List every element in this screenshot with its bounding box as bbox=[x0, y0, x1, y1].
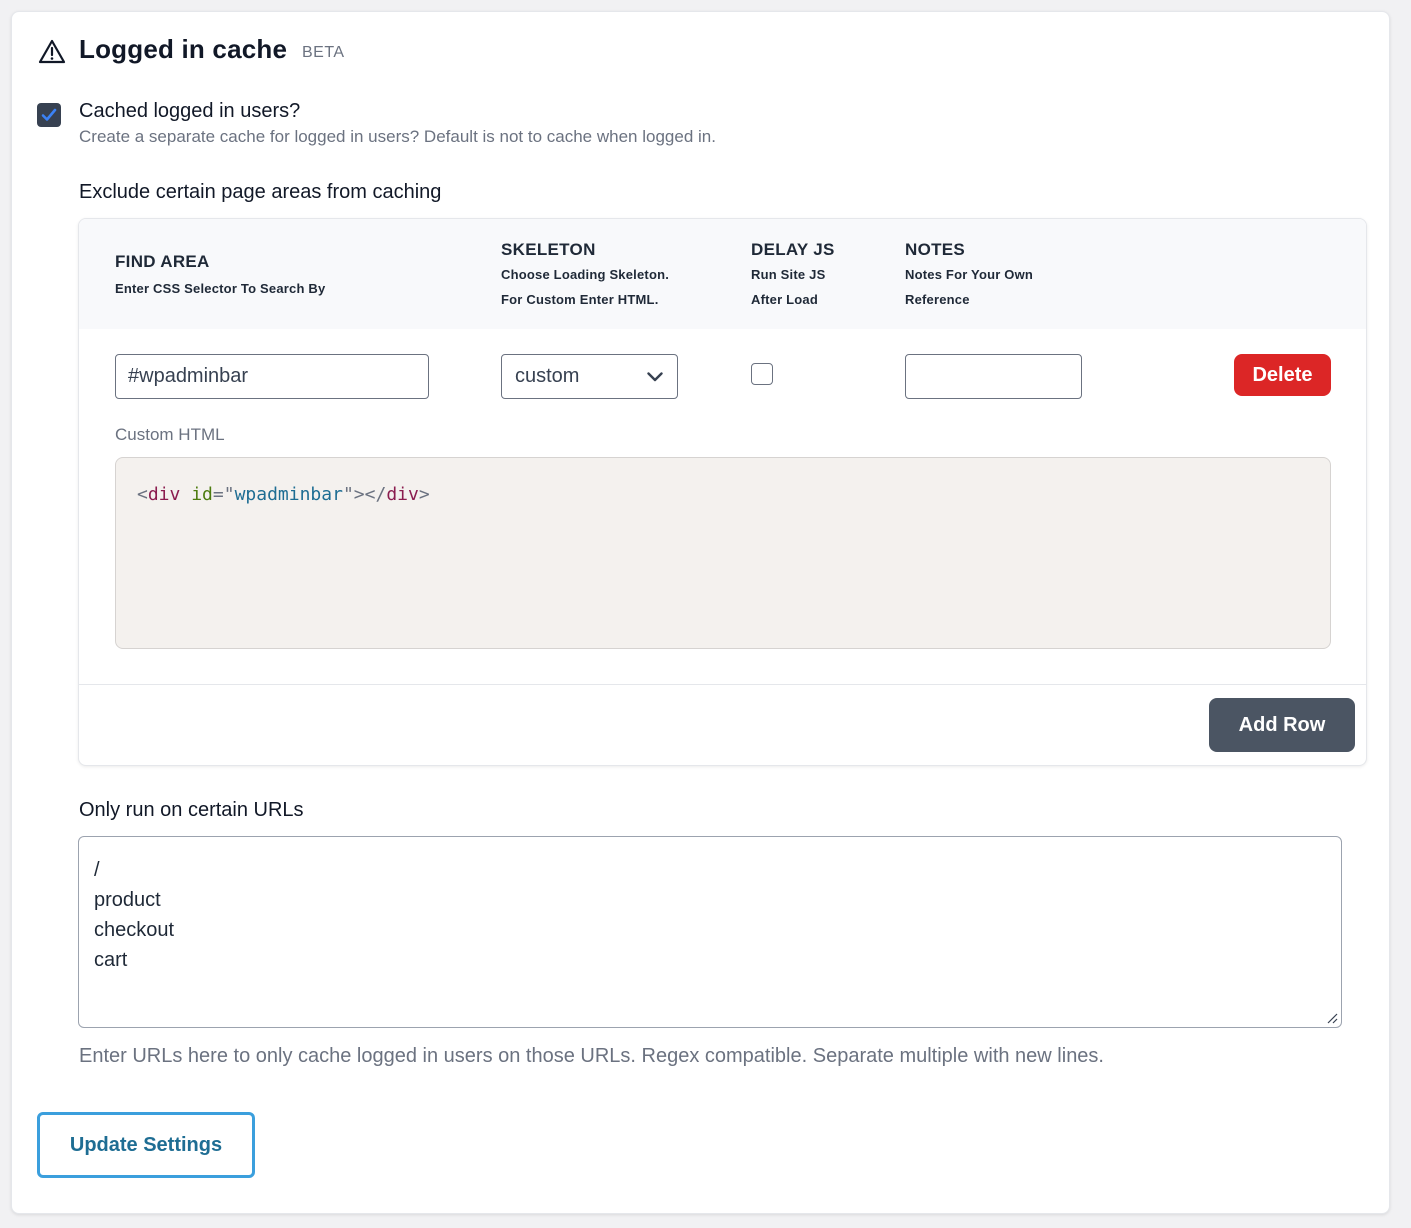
urls-textarea[interactable]: / product checkout cart bbox=[78, 836, 1342, 1028]
column-subtitle: Choose Loading Skeleton. bbox=[501, 267, 670, 282]
table-header: FIND AREA Enter CSS Selector To Search B… bbox=[79, 219, 1366, 329]
column-notes: NOTES Notes For Your Own Reference bbox=[905, 240, 1033, 312]
exclude-areas-heading: Exclude certain page areas from caching bbox=[79, 181, 442, 203]
column-subtitle: Run Site JS bbox=[751, 267, 826, 282]
update-settings-button[interactable]: Update Settings bbox=[37, 1112, 255, 1178]
chevron-down-icon bbox=[647, 371, 663, 381]
column-delay-js: DELAY JS Run Site JS After Load bbox=[751, 240, 835, 312]
code-token: > bbox=[353, 484, 365, 505]
code-token: = bbox=[212, 484, 224, 505]
column-skeleton: SKELETON Choose Loading Skeleton. For Cu… bbox=[501, 240, 669, 312]
column-subtitle: After Load bbox=[751, 292, 818, 307]
url-line: / bbox=[94, 859, 100, 881]
beta-badge: BETA bbox=[302, 44, 345, 61]
delay-js-checkbox[interactable] bbox=[751, 363, 773, 385]
column-title: SKELETON bbox=[501, 240, 596, 259]
url-line: product bbox=[94, 889, 161, 911]
delete-row-button[interactable]: Delete bbox=[1234, 354, 1331, 396]
custom-html-editor[interactable]: <div id="wpadminbar"></div> bbox=[115, 457, 1331, 649]
resize-handle-icon[interactable] bbox=[1326, 1012, 1338, 1024]
url-line: checkout bbox=[94, 919, 175, 941]
skeleton-select[interactable]: custom bbox=[501, 354, 678, 399]
column-title: DELAY JS bbox=[751, 240, 835, 259]
code-token: div bbox=[386, 484, 419, 505]
custom-html-label: Custom HTML bbox=[115, 425, 225, 444]
code-token: id bbox=[191, 484, 213, 505]
column-subtitle: Reference bbox=[905, 292, 970, 307]
notes-input[interactable] bbox=[905, 354, 1082, 399]
column-title: NOTES bbox=[905, 240, 966, 259]
logged-in-cache-panel: Logged in cache BETA Cached logged in us… bbox=[11, 11, 1390, 1214]
checkmark-icon bbox=[41, 108, 57, 121]
column-subtitle: Notes For Your Own bbox=[905, 267, 1034, 282]
code-token: < bbox=[137, 484, 148, 505]
page-title: Logged in cache bbox=[79, 34, 288, 64]
add-row-button[interactable]: Add Row bbox=[1209, 698, 1355, 752]
code-token: > bbox=[418, 484, 430, 505]
table-divider bbox=[79, 684, 1366, 685]
url-line: cart bbox=[94, 949, 128, 971]
code-token: div bbox=[147, 484, 181, 505]
urls-heading: Only run on certain URLs bbox=[79, 799, 304, 821]
skeleton-select-value: custom bbox=[515, 365, 580, 387]
code-token: " bbox=[223, 484, 235, 505]
cache-logged-in-label: Cached logged in users? bbox=[79, 100, 301, 122]
column-find-area: FIND AREA Enter CSS Selector To Search B… bbox=[115, 252, 325, 301]
urls-help-text: Enter URLs here to only cache logged in … bbox=[79, 1045, 1104, 1067]
exclude-areas-table: FIND AREA Enter CSS Selector To Search B… bbox=[78, 218, 1367, 766]
code-token: " bbox=[342, 484, 354, 505]
column-subtitle: For Custom Enter HTML. bbox=[501, 292, 659, 307]
code-token: wpadminbar bbox=[234, 484, 343, 505]
cache-logged-in-checkbox[interactable] bbox=[37, 103, 61, 127]
code-token: </ bbox=[364, 484, 387, 505]
column-subtitle: Enter CSS Selector To Search By bbox=[115, 281, 326, 296]
warning-triangle-icon bbox=[38, 39, 66, 64]
cache-logged-in-description: Create a separate cache for logged in us… bbox=[79, 127, 716, 146]
find-area-input[interactable] bbox=[115, 354, 429, 399]
column-title: FIND AREA bbox=[115, 252, 210, 271]
